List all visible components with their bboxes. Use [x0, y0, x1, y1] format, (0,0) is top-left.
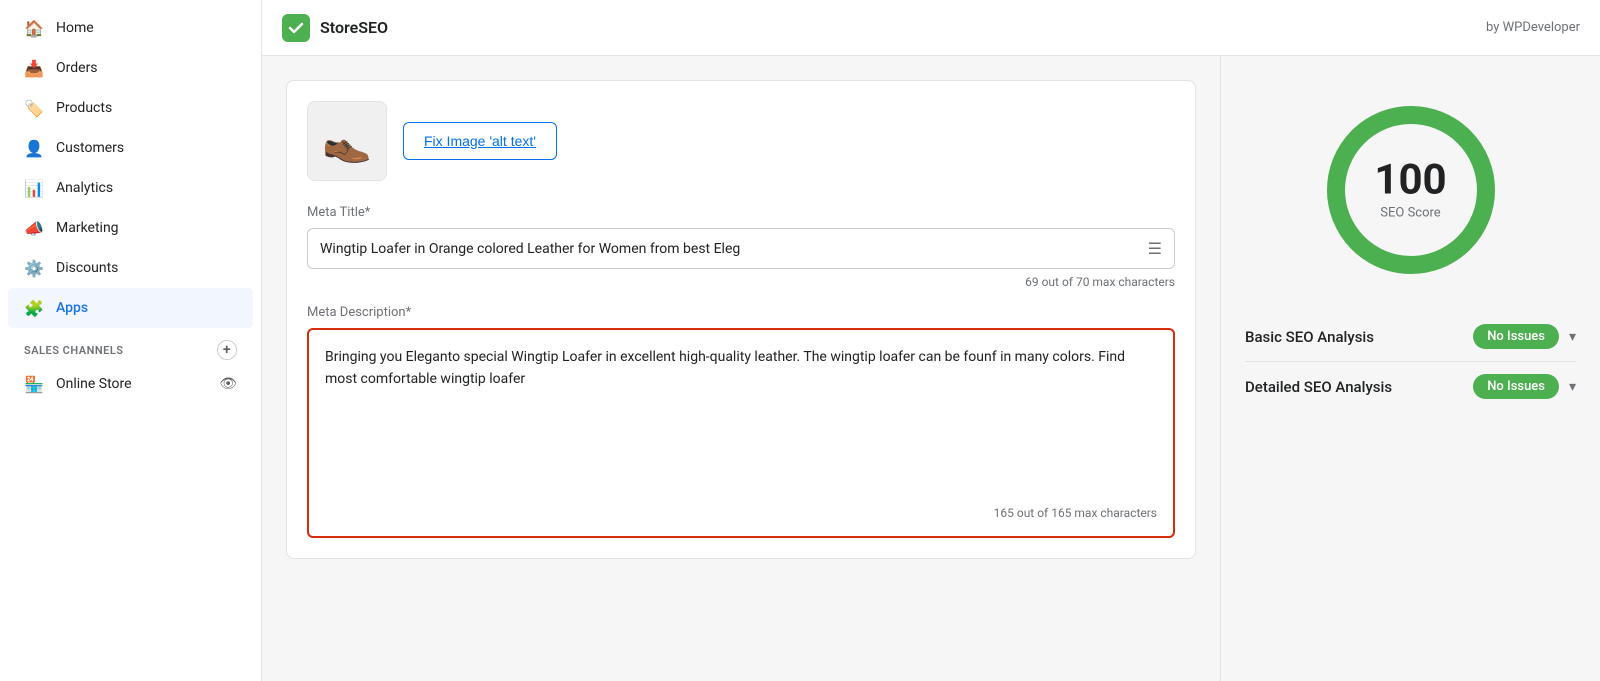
product-thumbnail: 👞: [307, 101, 387, 181]
brand-name: StoreSEO: [320, 18, 388, 37]
meta-title-char-count: 69 out of 70 max characters: [307, 275, 1175, 289]
meta-desc-field[interactable]: Bringing you Eleganto special Wingtip Lo…: [307, 328, 1175, 538]
orders-icon: 📥: [24, 58, 44, 78]
detailed-seo-chevron-icon[interactable]: ▾: [1569, 379, 1576, 395]
analytics-icon: 📊: [24, 178, 44, 198]
sidebar-item-orders[interactable]: 📥 Orders: [8, 48, 253, 88]
sidebar-item-discounts[interactable]: ⚙️ Discounts: [8, 248, 253, 288]
sales-channels-label: SALES CHANNELS: [24, 344, 124, 357]
sidebar-item-products[interactable]: 🏷️ Products: [8, 88, 253, 128]
apps-icon: 🧩: [24, 298, 44, 318]
sales-channels-section: SALES CHANNELS +: [8, 328, 253, 364]
right-panel: 100 SEO Score Basic SEO Analysis No Issu…: [1220, 56, 1600, 681]
sidebar-item-customers[interactable]: 👤 Customers: [8, 128, 253, 168]
seo-form-card: 👞 Fix Image 'alt text' Meta Title* Wingt…: [286, 80, 1196, 559]
main-area: StoreSEO by WPDeveloper 👞 Fix Image 'alt…: [262, 0, 1600, 681]
product-image-row: 👞 Fix Image 'alt text': [307, 101, 1175, 181]
sidebar-label-orders: Orders: [56, 60, 98, 76]
sidebar-item-analytics[interactable]: 📊 Analytics: [8, 168, 253, 208]
meta-desc-value: Bringing you Eleganto special Wingtip Lo…: [325, 346, 1157, 446]
brand-logo: [282, 14, 310, 42]
seo-score-label: SEO Score: [1374, 206, 1446, 221]
sidebar-label-products: Products: [56, 100, 112, 116]
sidebar-label-marketing: Marketing: [56, 220, 119, 236]
detailed-seo-label: Detailed SEO Analysis: [1245, 378, 1392, 396]
sidebar-item-marketing[interactable]: 📣 Marketing: [8, 208, 253, 248]
detailed-seo-right: No Issues ▾: [1473, 374, 1576, 399]
customers-icon: 👤: [24, 138, 44, 158]
meta-title-value: Wingtip Loafer in Orange colored Leather…: [320, 241, 1140, 257]
brand: StoreSEO: [282, 14, 388, 42]
sidebar-item-home[interactable]: 🏠 Home: [8, 8, 253, 48]
marketing-icon: 📣: [24, 218, 44, 238]
seo-score-container: 100 SEO Score: [1321, 100, 1501, 280]
meta-desc-char-count: 165 out of 165 max characters: [325, 506, 1157, 520]
meta-title-label: Meta Title*: [307, 205, 1175, 220]
detailed-seo-badge: No Issues: [1473, 374, 1559, 399]
meta-desc-label: Meta Description*: [307, 305, 1175, 320]
center-panel: 👞 Fix Image 'alt text' Meta Title* Wingt…: [262, 56, 1220, 681]
analysis-section: Basic SEO Analysis No Issues ▾ Detailed …: [1245, 312, 1576, 411]
products-icon: 🏷️: [24, 98, 44, 118]
basic-seo-label: Basic SEO Analysis: [1245, 328, 1374, 346]
basic-seo-right: No Issues ▾: [1473, 324, 1576, 349]
header: StoreSEO by WPDeveloper: [262, 0, 1600, 56]
score-inner: 100 SEO Score: [1374, 160, 1446, 221]
meta-title-field[interactable]: Wingtip Loafer in Orange colored Leather…: [307, 228, 1175, 269]
sidebar-item-online-store[interactable]: 🏪 Online Store 👁: [8, 364, 253, 404]
online-store-icon: 🏪: [24, 374, 44, 394]
sidebar-nav: 🏠 Home 📥 Orders 🏷️ Products 👤 Customers …: [0, 0, 261, 681]
fix-image-alt-text-button[interactable]: Fix Image 'alt text': [403, 122, 557, 160]
sidebar-label-customers: Customers: [56, 140, 124, 156]
sidebar-label-analytics: Analytics: [56, 180, 113, 196]
detailed-seo-row: Detailed SEO Analysis No Issues ▾: [1245, 362, 1576, 411]
basic-seo-badge: No Issues: [1473, 324, 1559, 349]
sidebar-item-apps[interactable]: 🧩 Apps: [8, 288, 253, 328]
discounts-icon: ⚙️: [24, 258, 44, 278]
content-area: 👞 Fix Image 'alt text' Meta Title* Wingt…: [262, 56, 1600, 681]
seo-score-ring: 100 SEO Score: [1321, 100, 1501, 280]
basic-seo-chevron-icon[interactable]: ▾: [1569, 329, 1576, 345]
sidebar-label-discounts: Discounts: [56, 260, 118, 276]
sidebar-label-home: Home: [56, 20, 94, 36]
eye-icon[interactable]: 👁: [219, 376, 237, 392]
product-image: 👞: [322, 118, 372, 165]
add-sales-channel-button[interactable]: +: [217, 340, 237, 360]
header-by-text: by WPDeveloper: [1486, 20, 1580, 35]
sidebar-label-online-store: Online Store: [56, 376, 132, 392]
edit-icon: ☰: [1148, 239, 1162, 258]
sidebar-label-apps: Apps: [56, 300, 88, 316]
sidebar: 🏠 Home 📥 Orders 🏷️ Products 👤 Customers …: [0, 0, 262, 681]
basic-seo-row: Basic SEO Analysis No Issues ▾: [1245, 312, 1576, 362]
seo-score-number: 100: [1374, 160, 1446, 202]
home-icon: 🏠: [24, 18, 44, 38]
